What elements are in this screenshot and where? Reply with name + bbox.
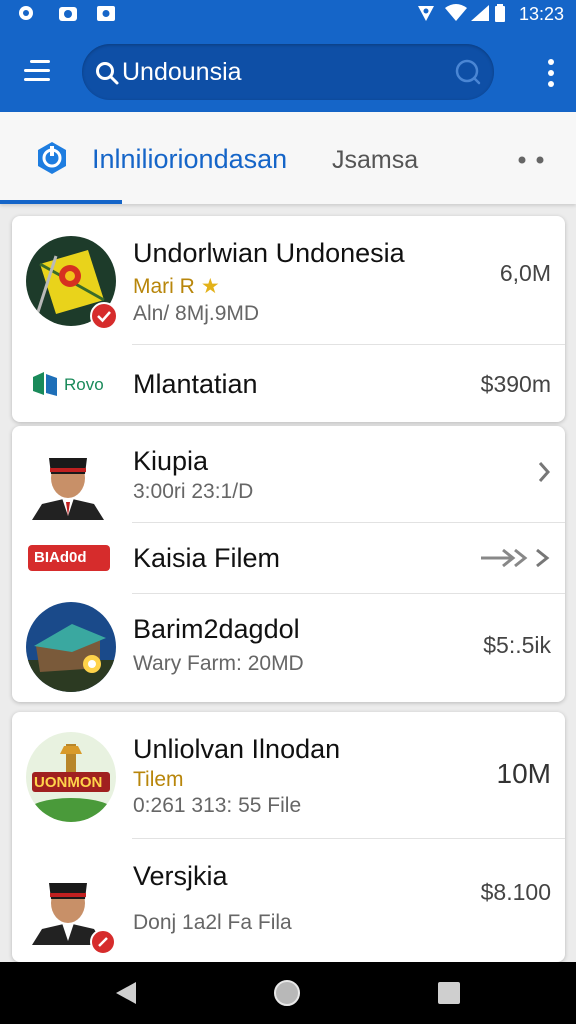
item-value: $8.100 xyxy=(480,879,551,905)
settings-icon xyxy=(19,6,33,20)
result-card-1: Undorlwian Undonesia Mari R ★ Aln/ 8Mj.9M… xyxy=(12,216,565,422)
double-arrow-icon[interactable] xyxy=(479,545,551,571)
tab-active-label: Inlnilioriondasan xyxy=(92,144,288,174)
more-vert-icon[interactable] xyxy=(546,58,556,88)
status-time: 13:23 xyxy=(518,4,564,24)
battery-icon xyxy=(495,4,505,22)
image-icon xyxy=(97,6,115,21)
brand-logo-text: Rovo xyxy=(64,375,104,394)
item-meta: 0:261 313: 55 File xyxy=(133,794,302,817)
location-icon xyxy=(418,6,434,21)
list-item[interactable]: Versjkia Donj 1a2l Fa Fila $8.100 xyxy=(12,839,565,962)
item-meta: Aln/ 8Mj.9MD xyxy=(133,302,260,325)
home-icon[interactable] xyxy=(272,978,302,1008)
item-title: Versjkia xyxy=(133,861,228,891)
more-horiz-icon[interactable] xyxy=(518,156,544,164)
item-value: 10M xyxy=(496,758,551,789)
recents-icon[interactable] xyxy=(434,978,464,1008)
result-card-2: Kiupia 3:00ri 23:1/D BIAd0d Kaisia Filem xyxy=(12,426,565,702)
item-title: Barim2dagdol xyxy=(133,614,300,644)
list-item[interactable]: Kiupia 3:00ri 23:1/D xyxy=(12,426,565,523)
app-logo-icon xyxy=(38,142,66,174)
item-title: Undorlwian Undonesia xyxy=(133,238,405,268)
signal-icon xyxy=(471,5,489,21)
chevron-right-icon[interactable] xyxy=(537,460,551,484)
hamburger-icon[interactable] xyxy=(22,58,54,84)
verified-badge-icon xyxy=(90,302,118,330)
item-subtitle: Mari R ★ xyxy=(133,275,220,298)
list-item[interactable]: BIAd0d Kaisia Filem xyxy=(12,523,565,594)
item-title: Unliolvan Ilnodan xyxy=(133,734,341,764)
monument-logo-icon: UONMON xyxy=(26,732,116,822)
item-value: $5:.5ik xyxy=(483,632,551,658)
item-value: 6,0M xyxy=(499,260,551,286)
status-bar: 13:23 xyxy=(0,0,576,28)
list-item[interactable]: Rovo Mlantatian $390m xyxy=(12,345,565,422)
item-meta: Wary Farm: 20MD xyxy=(133,652,304,675)
back-icon[interactable] xyxy=(112,978,142,1008)
system-nav-bar xyxy=(0,962,576,1024)
brand-logo-icon xyxy=(33,372,57,396)
search-bar[interactable] xyxy=(82,44,494,100)
tab-active[interactable]: Inlnilioriondasan xyxy=(0,112,290,204)
brand-badge: BIAd0d xyxy=(28,545,110,571)
app-bar xyxy=(0,28,576,112)
wifi-icon xyxy=(445,4,467,21)
tab-second[interactable]: Jsamsa xyxy=(332,146,418,175)
search-submit-icon[interactable] xyxy=(454,58,482,86)
red-badge-icon xyxy=(90,929,116,955)
tab-indicator xyxy=(0,200,122,204)
star-icon: ★ xyxy=(200,275,220,298)
item-subtitle: Tilem xyxy=(133,768,184,791)
house-scene-icon xyxy=(26,602,116,692)
camera-icon xyxy=(59,7,77,21)
tab-bar: Inlnilioriondasan Jsamsa xyxy=(0,112,576,204)
person-portrait-icon xyxy=(32,458,104,520)
list-item[interactable]: Barim2dagdol Wary Farm: 20MD $5:.5ik xyxy=(12,594,565,702)
item-title: Mlantatian xyxy=(133,369,258,399)
search-icon xyxy=(96,62,119,85)
item-meta: Donj 1a2l Fa Fila xyxy=(133,911,292,934)
brand-badge-text: BIAd0d xyxy=(34,549,87,566)
item-meta: 3:00ri 23:1/D xyxy=(133,480,254,503)
item-title: Kiupia xyxy=(133,446,209,476)
result-card-3: UONMON Unliolvan Ilnodan Tilem 0:261 313… xyxy=(12,712,565,962)
monument-logo-text: UONMON xyxy=(34,774,103,791)
list-item[interactable]: UONMON Unliolvan Ilnodan Tilem 0:261 313… xyxy=(12,712,565,839)
list-item[interactable]: Undorlwian Undonesia Mari R ★ Aln/ 8Mj.9M… xyxy=(12,216,565,345)
item-value: $390m xyxy=(480,371,551,397)
item-title: Kaisia Filem xyxy=(133,543,281,573)
search-input[interactable] xyxy=(122,52,442,92)
